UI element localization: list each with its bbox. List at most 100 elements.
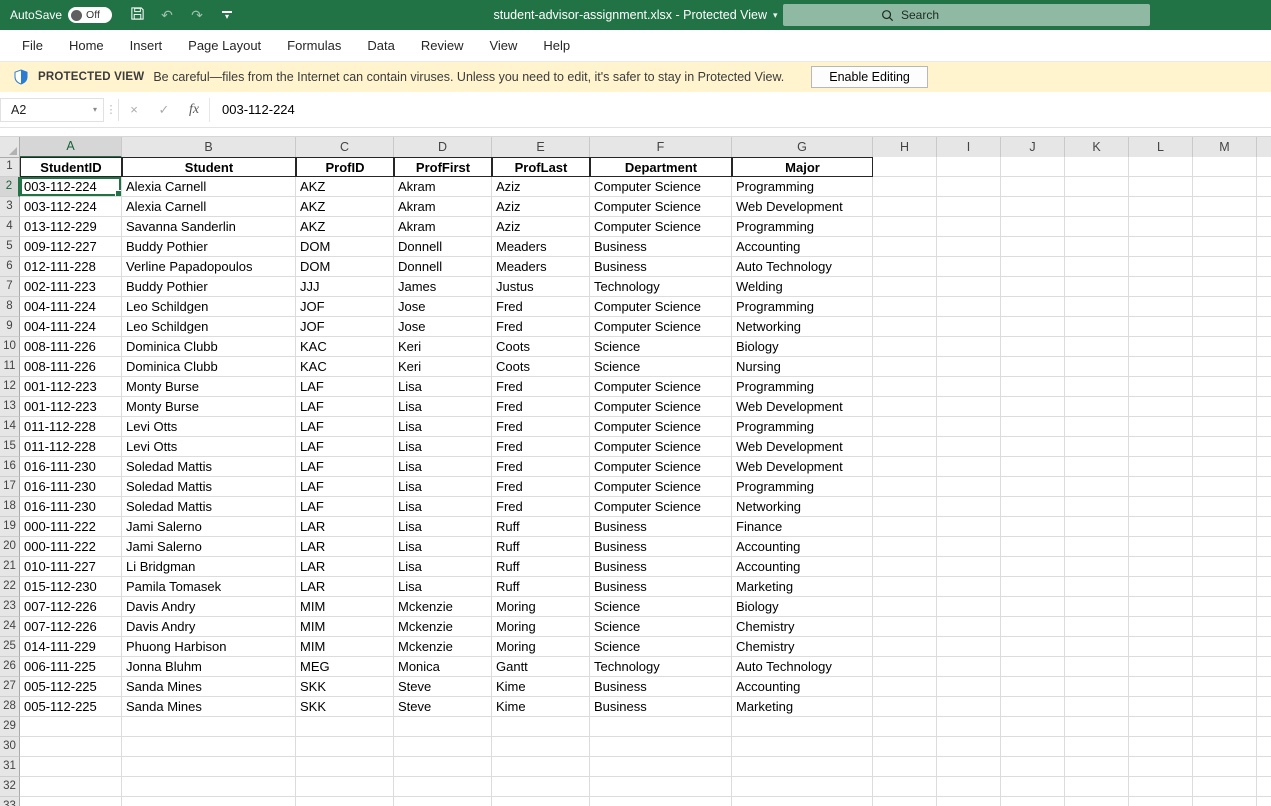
row-header-25[interactable]: 25 <box>0 637 20 657</box>
row-header-19[interactable]: 19 <box>0 517 20 537</box>
cell-I30[interactable] <box>937 737 1001 757</box>
cell-G14[interactable]: Programming <box>732 417 873 437</box>
cell-L22[interactable] <box>1129 577 1193 597</box>
cell-F12[interactable]: Computer Science <box>590 377 732 397</box>
cell-C4[interactable]: AKZ <box>296 217 394 237</box>
cell-L29[interactable] <box>1129 717 1193 737</box>
cell-H29[interactable] <box>873 717 937 737</box>
cell-E29[interactable] <box>492 717 590 737</box>
cell-E22[interactable]: Ruff <box>492 577 590 597</box>
cell-F17[interactable]: Computer Science <box>590 477 732 497</box>
cell-A1[interactable]: StudentID <box>20 157 122 177</box>
cell-D7[interactable]: James <box>394 277 492 297</box>
cell-B31[interactable] <box>122 757 296 777</box>
cell-F24[interactable]: Science <box>590 617 732 637</box>
cell-F29[interactable] <box>590 717 732 737</box>
cell-K13[interactable] <box>1065 397 1129 417</box>
cell-F10[interactable]: Science <box>590 337 732 357</box>
cell-K9[interactable] <box>1065 317 1129 337</box>
cell-D19[interactable]: Lisa <box>394 517 492 537</box>
cell-B5[interactable]: Buddy Pothier <box>122 237 296 257</box>
cell-I16[interactable] <box>937 457 1001 477</box>
cell-B19[interactable]: Jami Salerno <box>122 517 296 537</box>
cell-H4[interactable] <box>873 217 937 237</box>
cell-M14[interactable] <box>1193 417 1257 437</box>
cell-A2[interactable]: 003-112-224 <box>20 177 122 197</box>
cell-K28[interactable] <box>1065 697 1129 717</box>
cell-H22[interactable] <box>873 577 937 597</box>
cell-I18[interactable] <box>937 497 1001 517</box>
cell-D8[interactable]: Jose <box>394 297 492 317</box>
cell-G20[interactable]: Accounting <box>732 537 873 557</box>
cell-C2[interactable]: AKZ <box>296 177 394 197</box>
cell-F7[interactable]: Technology <box>590 277 732 297</box>
cell-E16[interactable]: Fred <box>492 457 590 477</box>
cell-B8[interactable]: Leo Schildgen <box>122 297 296 317</box>
row-header-31[interactable]: 31 <box>0 757 20 777</box>
cell-L20[interactable] <box>1129 537 1193 557</box>
cell-J8[interactable] <box>1001 297 1065 317</box>
cell-F4[interactable]: Computer Science <box>590 217 732 237</box>
enable-editing-button[interactable]: Enable Editing <box>811 66 928 88</box>
cell-M5[interactable] <box>1193 237 1257 257</box>
cell-G26[interactable]: Auto Technology <box>732 657 873 677</box>
cell-C14[interactable]: LAF <box>296 417 394 437</box>
cell-I2[interactable] <box>937 177 1001 197</box>
cell-B11[interactable]: Dominica Clubb <box>122 357 296 377</box>
cell-A31[interactable] <box>20 757 122 777</box>
row-header-33[interactable]: 33 <box>0 797 20 806</box>
cell-F27[interactable]: Business <box>590 677 732 697</box>
cell-C7[interactable]: JJJ <box>296 277 394 297</box>
cell-B6[interactable]: Verline Papadopoulos <box>122 257 296 277</box>
cell-L16[interactable] <box>1129 457 1193 477</box>
cell-K19[interactable] <box>1065 517 1129 537</box>
cell-H7[interactable] <box>873 277 937 297</box>
cell-A21[interactable]: 010-111-227 <box>20 557 122 577</box>
cell-L15[interactable] <box>1129 437 1193 457</box>
cell-F3[interactable]: Computer Science <box>590 197 732 217</box>
cell-K20[interactable] <box>1065 537 1129 557</box>
cell-B28[interactable]: Sanda Mines <box>122 697 296 717</box>
cell-E20[interactable]: Ruff <box>492 537 590 557</box>
column-header-A[interactable]: A <box>20 137 122 158</box>
cell-K33[interactable] <box>1065 797 1129 806</box>
cell-D14[interactable]: Lisa <box>394 417 492 437</box>
cell-F32[interactable] <box>590 777 732 797</box>
cell-L28[interactable] <box>1129 697 1193 717</box>
cell-J6[interactable] <box>1001 257 1065 277</box>
column-header-B[interactable]: B <box>122 137 296 158</box>
row-header-1[interactable]: 1 <box>0 157 20 177</box>
cell-L18[interactable] <box>1129 497 1193 517</box>
cell-D25[interactable]: Mckenzie <box>394 637 492 657</box>
cell-D10[interactable]: Keri <box>394 337 492 357</box>
cell-I19[interactable] <box>937 517 1001 537</box>
cell-B16[interactable]: Soledad Mattis <box>122 457 296 477</box>
cell-B12[interactable]: Monty Burse <box>122 377 296 397</box>
cell-I9[interactable] <box>937 317 1001 337</box>
cell-C29[interactable] <box>296 717 394 737</box>
cell-B10[interactable]: Dominica Clubb <box>122 337 296 357</box>
cell-F14[interactable]: Computer Science <box>590 417 732 437</box>
cell-J26[interactable] <box>1001 657 1065 677</box>
cell-J10[interactable] <box>1001 337 1065 357</box>
tab-help[interactable]: Help <box>530 30 583 62</box>
cell-H30[interactable] <box>873 737 937 757</box>
cell-E4[interactable]: Aziz <box>492 217 590 237</box>
cell-F16[interactable]: Computer Science <box>590 457 732 477</box>
cell-G15[interactable]: Web Development <box>732 437 873 457</box>
cell-A28[interactable]: 005-112-225 <box>20 697 122 717</box>
cell-J3[interactable] <box>1001 197 1065 217</box>
cell-L14[interactable] <box>1129 417 1193 437</box>
cell-D15[interactable]: Lisa <box>394 437 492 457</box>
cell-C5[interactable]: DOM <box>296 237 394 257</box>
cell-C33[interactable] <box>296 797 394 806</box>
tab-insert[interactable]: Insert <box>117 30 176 62</box>
cell-E10[interactable]: Coots <box>492 337 590 357</box>
row-header-10[interactable]: 10 <box>0 337 20 357</box>
cell-M31[interactable] <box>1193 757 1257 777</box>
cell-I6[interactable] <box>937 257 1001 277</box>
cell-K12[interactable] <box>1065 377 1129 397</box>
row-header-6[interactable]: 6 <box>0 257 20 277</box>
cell-K24[interactable] <box>1065 617 1129 637</box>
undo-button[interactable]: ↶ <box>152 0 182 30</box>
